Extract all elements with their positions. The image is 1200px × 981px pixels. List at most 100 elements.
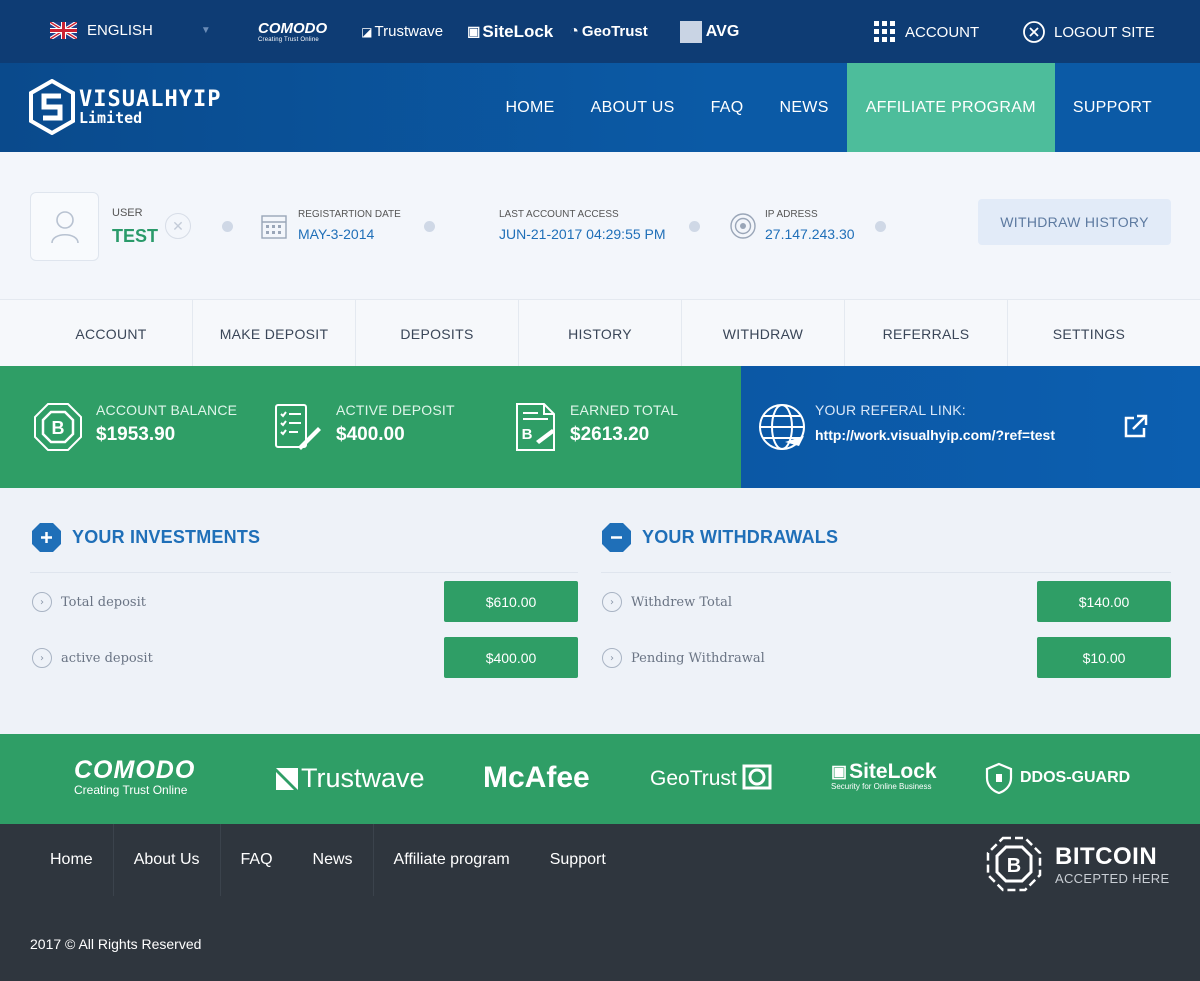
language-selector[interactable]: ENGLISH ▼	[50, 22, 211, 39]
main-menu: HOME ABOUT US FAQ NEWS AFFILIATE PROGRAM…	[487, 63, 1200, 152]
separator-dot	[424, 221, 435, 232]
registration-date-value: MAY-3-2014	[298, 226, 375, 242]
comodo-logo-text: COMODO	[258, 20, 328, 37]
pending-withdrawal-value[interactable]: $10.00	[1037, 637, 1171, 678]
last-access-value: JUN-21-2017 04:29:55 PM	[499, 226, 666, 242]
username: TEST	[112, 226, 159, 246]
geotrust-logo-text: GeoTrust	[581, 23, 648, 40]
menu-item-support[interactable]: SUPPORT	[1055, 63, 1200, 152]
site-logo[interactable]: VISUALHYIP Limited	[29, 79, 221, 135]
chevron-down-icon: ▼	[200, 25, 211, 36]
logo-line1: VISUALHYIP	[79, 86, 222, 112]
subnav-settings[interactable]: SETTINGS	[1008, 300, 1170, 367]
trustwave-mark-icon: ◪	[361, 24, 373, 39]
earned-total-label: EARNED TOTAL	[570, 402, 679, 418]
chevron-right-icon: ›	[32, 648, 52, 668]
comodo-logo-sub: Creating Trust Online	[258, 37, 319, 43]
footer-link-about-us[interactable]: About Us	[114, 824, 220, 896]
geotrust-mark-icon	[742, 764, 772, 790]
withdraw-history-button[interactable]: WITHDRAW HISTORY	[978, 199, 1171, 245]
subnav-make-deposit[interactable]: MAKE DEPOSIT	[193, 300, 355, 367]
earned-total-stat: B EARNED TOTAL $2613.20	[514, 402, 678, 453]
shield-icon	[985, 762, 1013, 794]
footer-link-home[interactable]: Home	[30, 824, 113, 896]
total-deposit-text: Total deposit	[61, 594, 146, 610]
trustwave-logo: Trustwave	[275, 763, 425, 794]
logo-hexagon-icon	[29, 79, 75, 135]
referral-link-label: YOUR REFERAL LINK:	[815, 402, 966, 418]
subnav-history[interactable]: HISTORY	[519, 300, 681, 367]
sitelock-logo-text: SiteLock	[849, 760, 937, 783]
pending-withdrawal-label: › Pending Withdrawal	[602, 648, 765, 668]
avg-mark-icon	[679, 20, 702, 43]
bitcoin-octagon-icon: B	[986, 836, 1042, 892]
geotrust-logo: ◔ GeoTrust	[569, 23, 648, 41]
lock-icon: ▣	[467, 23, 481, 39]
footer-link-affiliate-program[interactable]: Affiliate program	[374, 824, 530, 896]
lock-icon: ▣	[831, 762, 848, 781]
menu-item-affiliate-program[interactable]: AFFILIATE PROGRAM	[846, 63, 1055, 152]
avg-logo: AVG	[679, 20, 739, 43]
footer-link-news[interactable]: News	[293, 824, 373, 896]
sitelock-logo: ▣ SiteLock	[467, 22, 553, 42]
active-deposit-row-value[interactable]: $400.00	[444, 637, 578, 678]
avatar	[30, 192, 99, 261]
earned-total-value: $2613.20	[570, 424, 650, 445]
logout-link-label: LOGOUT SITE	[1054, 23, 1155, 41]
withdrew-total-value[interactable]: $140.00	[1037, 581, 1171, 622]
close-circle-icon	[1023, 21, 1045, 43]
signal-icon	[730, 213, 756, 239]
logout-link[interactable]: LOGOUT SITE	[1023, 21, 1155, 43]
bitcoin-accepted-badge: B BITCOIN ACCEPTED HERE	[985, 835, 1169, 893]
footer-link-faq[interactable]: FAQ	[221, 824, 293, 896]
investments-title-text: YOUR INVESTMENTS	[72, 527, 261, 547]
menu-item-about-us[interactable]: ABOUT US	[573, 63, 693, 152]
separator-dot	[875, 221, 886, 232]
trustwave-logo: ◪ Trustwave	[361, 23, 443, 40]
account-link[interactable]: ACCOUNT	[874, 21, 979, 43]
separator-dot	[222, 221, 233, 232]
menu-item-home[interactable]: HOME	[487, 63, 572, 152]
ddos-guard-logo: DDOS-GUARD	[985, 762, 1130, 794]
total-deposit-value[interactable]: $610.00	[444, 581, 578, 622]
user-label: USER	[112, 207, 143, 219]
chevron-right-icon: ›	[32, 592, 52, 612]
bitcoin-document-icon: B	[516, 403, 555, 451]
subnav-referrals[interactable]: REFERRALS	[845, 300, 1007, 367]
external-link-icon[interactable]	[1121, 413, 1149, 441]
user-info-strip: USER TEST ✕ REGISTARTION DATE MAY-3-2014…	[0, 152, 1200, 299]
referral-link-value[interactable]: http://work.visualhyip.com/?ref=test	[815, 427, 1055, 443]
active-deposit-row-text: active deposit	[61, 650, 153, 666]
subnav-deposits[interactable]: DEPOSITS	[356, 300, 518, 367]
close-icon[interactable]: ✕	[165, 213, 191, 239]
referral-link-block: YOUR REFERAL LINK: http://work.visualhyi…	[757, 402, 1055, 452]
menu-item-faq[interactable]: FAQ	[693, 63, 762, 152]
divider	[30, 572, 578, 573]
footer-nav: Home About Us FAQ News Affiliate program…	[30, 824, 626, 896]
minus-icon	[602, 523, 631, 552]
language-label: ENGLISH	[87, 22, 153, 39]
footer-link-support[interactable]: Support	[530, 824, 626, 896]
account-subnav: ACCOUNT MAKE DEPOSIT DEPOSITS HISTORY WI…	[0, 299, 1200, 367]
sitelock-logo: ▣ SiteLock Security for Online Business	[831, 760, 937, 791]
divider	[601, 572, 1171, 573]
copyright: 2017 © All Rights Reserved	[30, 936, 202, 952]
user-icon	[50, 210, 79, 243]
active-deposit-row-label: › active deposit	[32, 648, 153, 668]
account-link-label: ACCOUNT	[905, 23, 980, 41]
trustwave-mark-icon	[276, 767, 298, 790]
sitelock-logo-text: SiteLock	[482, 21, 554, 41]
comodo-logo-text: COMODO	[74, 756, 196, 784]
menu-item-news[interactable]: NEWS	[761, 63, 846, 152]
active-deposit-stat: ACTIVE DEPOSIT $400.00	[272, 402, 455, 453]
chevron-right-icon: ›	[602, 648, 622, 668]
ip-address-label: IP ADRESS	[765, 209, 818, 220]
trustwave-logo-text: Trustwave	[301, 763, 425, 793]
subnav-account[interactable]: ACCOUNT	[30, 300, 192, 367]
geotrust-logo: GeoTrust	[650, 764, 774, 792]
total-deposit-label: › Total deposit	[32, 592, 146, 612]
investments-title: YOUR INVESTMENTS	[31, 522, 260, 553]
subnav-withdraw[interactable]: WITHDRAW	[682, 300, 844, 367]
mcafee-logo: McAfee	[483, 761, 590, 794]
grid-icon	[874, 21, 895, 42]
